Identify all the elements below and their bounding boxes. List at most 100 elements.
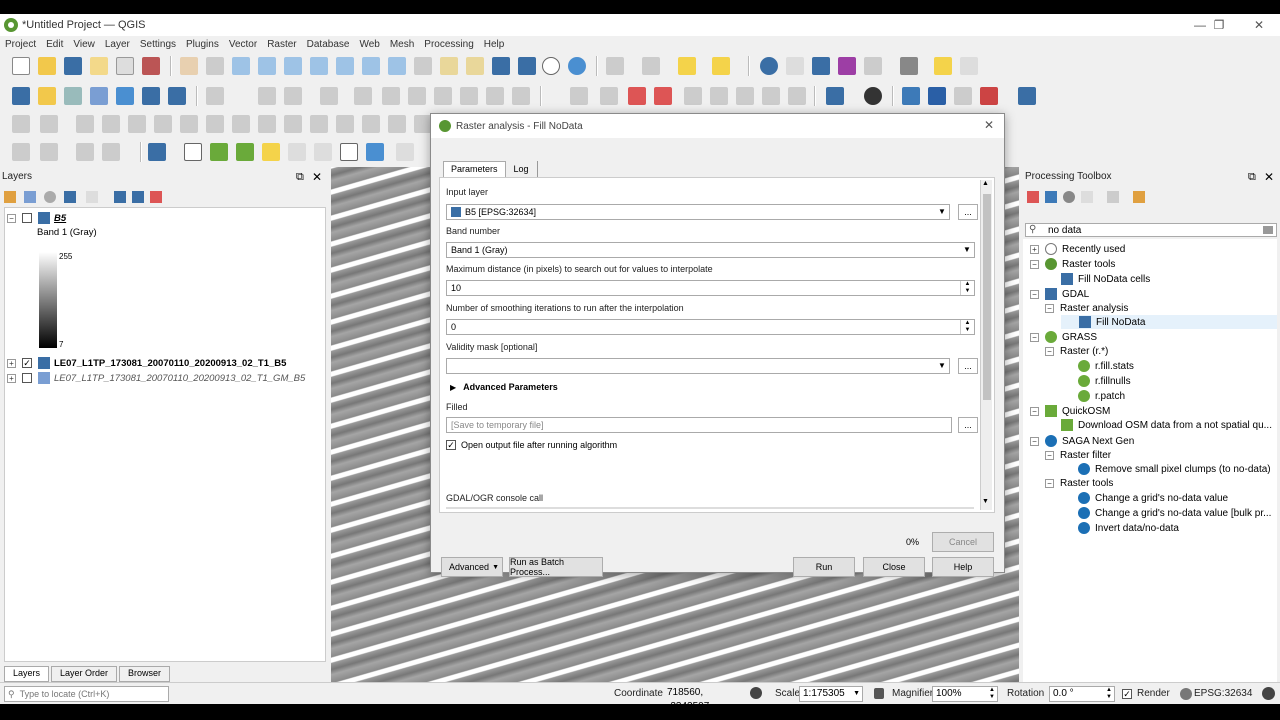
digitize-icon[interactable] [284, 87, 302, 105]
tab-parameters[interactable]: Parameters [443, 161, 506, 177]
menu-raster[interactable]: Raster [262, 39, 301, 50]
show-bookmarks-icon[interactable] [518, 57, 536, 75]
float-panel-icon[interactable]: ⧉ [296, 171, 304, 184]
trace-icon[interactable] [40, 143, 58, 161]
layer-visibility-checkbox[interactable] [22, 373, 32, 383]
expand-icon[interactable]: + [7, 373, 16, 383]
scroll-up-icon[interactable]: ▲ [982, 180, 989, 187]
tree-r-patch[interactable]: r.patch [1078, 389, 1125, 403]
offset-curve-icon[interactable] [128, 115, 146, 133]
show-hide-labels-icon[interactable] [762, 87, 780, 105]
scale-field[interactable]: 1:175305 ▼ [799, 686, 863, 702]
move-label-icon[interactable] [684, 87, 702, 105]
new-print-layout-icon[interactable] [90, 57, 108, 75]
parameters-scrollbar[interactable]: ▲ ▼ [980, 180, 992, 510]
label-abc-highlight-icon[interactable] [654, 87, 672, 105]
layout-manager-icon[interactable] [116, 57, 134, 75]
advanced-button[interactable]: Advanced ▼ [441, 557, 503, 577]
save-edits-icon[interactable] [258, 87, 276, 105]
vertex-tool-icon[interactable] [320, 87, 338, 105]
tree-change-nodata[interactable]: Change a grid's no-data value [1078, 491, 1228, 505]
calculator-icon[interactable] [864, 57, 882, 75]
tree-download-osm[interactable]: Download OSM data from a not spatial qu.… [1061, 418, 1272, 432]
smoothing-spinbox[interactable]: 0 ▲ ▼ [446, 319, 975, 335]
layer-row-b5[interactable]: − B5 [7, 211, 66, 225]
rotate-point-icon[interactable] [206, 115, 224, 133]
scripts-icon[interactable] [1045, 191, 1057, 203]
open-output-checkbox-row[interactable]: ✓ Open output file after running algorit… [446, 440, 617, 450]
zoom-last-icon[interactable] [388, 57, 406, 75]
tree-change-nodata-bulk[interactable]: Change a grid's no-data value [bulk pr..… [1078, 506, 1271, 520]
select-location-icon[interactable] [712, 57, 730, 75]
zoom-out-icon[interactable] [258, 57, 276, 75]
collapse-icon[interactable]: − [1030, 332, 1039, 342]
scroll-down-icon[interactable]: ▼ [982, 498, 989, 505]
menu-view[interactable]: View [68, 39, 100, 50]
add-part-icon[interactable] [284, 115, 302, 133]
close-panel-icon[interactable]: ✕ [1264, 170, 1274, 184]
deselect-icon[interactable] [678, 57, 696, 75]
tab-layers[interactable]: Layers [4, 666, 50, 682]
measure-icon[interactable] [900, 57, 918, 75]
zoom-selection-icon[interactable] [310, 57, 328, 75]
map-tips-icon[interactable] [934, 57, 952, 75]
zoom-full-icon[interactable] [284, 57, 302, 75]
filled-browse-button[interactable]: ... [958, 417, 978, 433]
tab-browser[interactable]: Browser [119, 666, 171, 682]
style-manager-icon[interactable] [142, 57, 160, 75]
clear-search-icon[interactable] [1263, 226, 1273, 234]
rotation-field[interactable]: 0.0 ° ▲ ▼ [1049, 686, 1115, 702]
tree-grass[interactable]: − GRASS [1030, 330, 1097, 344]
layer-name[interactable]: LE07_L1TP_173081_20070110_20200913_02_T1… [54, 373, 305, 384]
menu-database[interactable]: Database [302, 39, 355, 50]
grass-tools-icon[interactable] [864, 87, 882, 105]
menu-mesh[interactable]: Mesh [385, 39, 419, 50]
input-layer-select[interactable]: B5 [EPSG:32634] ▼ [446, 204, 950, 220]
collapse-icon[interactable]: − [1030, 289, 1039, 299]
filter-legend-icon[interactable] [64, 191, 76, 203]
input-layer-browse-button[interactable]: ... [958, 204, 978, 220]
shape-tool-icon[interactable] [76, 115, 94, 133]
picture-annotation-icon[interactable] [366, 143, 384, 161]
reshape-icon[interactable] [102, 115, 120, 133]
toggle-extents-icon[interactable] [750, 687, 762, 699]
add-group-icon[interactable] [24, 191, 36, 203]
label-properties-icon[interactable] [788, 87, 806, 105]
save-project-icon[interactable] [64, 57, 82, 75]
rectangle-text-icon[interactable] [340, 143, 358, 161]
db-manager-icon[interactable] [826, 87, 844, 105]
pan-map-icon[interactable] [180, 57, 198, 75]
label-abc-icon[interactable] [628, 87, 646, 105]
expand-icon[interactable]: + [7, 358, 16, 368]
tree-saga[interactable]: − SAGA Next Gen [1030, 434, 1134, 448]
tree-fill-nodata-cells[interactable]: Fill NoData cells [1061, 272, 1150, 286]
line-text-annotation-icon[interactable] [314, 143, 332, 161]
style-panel-icon[interactable] [4, 191, 16, 203]
tree-quickosm[interactable]: − QuickOSM [1030, 404, 1110, 418]
data-source-manager-icon[interactable] [12, 87, 30, 105]
tree-gdal[interactable]: − GDAL [1030, 287, 1089, 301]
expand-icon[interactable]: + [1030, 244, 1039, 254]
run-button[interactable]: Run [793, 557, 855, 577]
locator-search[interactable]: ⚲ Type to locate (Ctrl+K) [4, 686, 169, 702]
dialog-close-icon[interactable]: ✕ [984, 118, 994, 132]
zoom-next-icon[interactable] [414, 57, 432, 75]
processing-gear-icon[interactable] [812, 57, 830, 75]
collapse-icon[interactable]: − [1045, 478, 1054, 488]
coordinate-field[interactable]: 718560, -3342507 [664, 686, 744, 704]
new-shapefile-icon[interactable] [64, 87, 82, 105]
spinner-arrows-icon[interactable]: ▲ ▼ [989, 687, 995, 701]
statistical-summary-icon[interactable] [838, 57, 856, 75]
move-feature-icon[interactable] [388, 115, 406, 133]
fill-ring-icon[interactable] [310, 115, 328, 133]
menu-plugins[interactable]: Plugins [181, 39, 224, 50]
bookmark-icon[interactable] [492, 57, 510, 75]
max-distance-spinbox[interactable]: 10 ▲ ▼ [446, 280, 975, 296]
digitize-tools-icon[interactable] [12, 143, 30, 161]
paste-features-icon[interactable] [460, 87, 478, 105]
add-vector-layer-icon[interactable] [168, 87, 186, 105]
new-map-view-icon[interactable] [440, 57, 458, 75]
crs-button[interactable]: EPSG:32634 [1194, 688, 1252, 699]
georeferencer-icon[interactable] [954, 87, 972, 105]
select-annotation-icon[interactable] [184, 143, 202, 161]
